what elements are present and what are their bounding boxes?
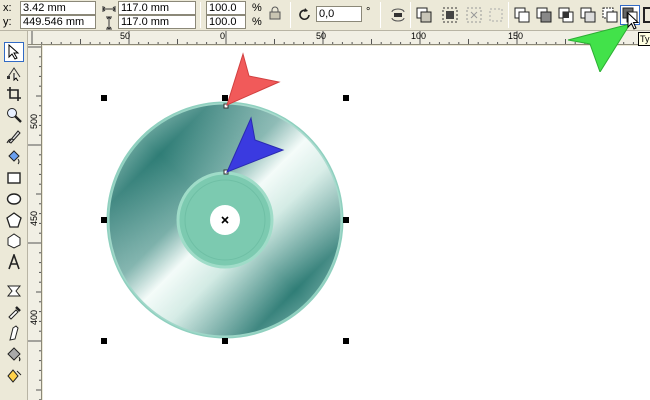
- y-label: y:: [3, 16, 12, 28]
- polygon-tool-icon[interactable]: [4, 210, 24, 230]
- red-arrow-pointer: [226, 52, 281, 106]
- rotation-icon: [296, 6, 314, 24]
- zoom-tool-icon[interactable]: [4, 105, 24, 125]
- lock-ratio-icon[interactable]: [266, 4, 284, 22]
- ungroup-button[interactable]: [440, 5, 460, 25]
- x-label: x:: [3, 2, 12, 14]
- mirror-button[interactable]: [388, 5, 408, 25]
- weld-button[interactable]: [512, 5, 532, 25]
- text-tool-icon[interactable]: [4, 252, 24, 272]
- separator: [380, 2, 381, 28]
- vertical-ruler[interactable]: 500 450 400: [28, 45, 42, 400]
- separator: [200, 2, 201, 28]
- scale-x-field[interactable]: 100.0: [206, 1, 246, 15]
- ruler-label: 150: [508, 31, 524, 41]
- horizontal-ruler[interactable]: 50 0 50 100 150 200: [28, 31, 650, 45]
- tooltip: Ty: [638, 32, 650, 46]
- height-icon: [100, 14, 118, 32]
- property-bar: x: 3.42 mm y: 449.546 mm 117.0 mm 117.0 …: [0, 0, 650, 31]
- separator: [290, 2, 291, 28]
- degree-label: °: [366, 6, 371, 18]
- ruler-label: 450: [29, 210, 39, 226]
- cd-disc[interactable]: [106, 101, 344, 339]
- trim-button[interactable]: [534, 5, 554, 25]
- ruler-label: 50: [120, 31, 131, 41]
- basic-shapes-tool-icon[interactable]: [4, 231, 24, 251]
- toolbox: [0, 31, 28, 400]
- ruler-label: 400: [29, 309, 39, 325]
- shape-tool-icon[interactable]: [4, 63, 24, 83]
- percent-label-y: %: [252, 16, 262, 28]
- fill-tool-icon[interactable]: [4, 344, 24, 364]
- rectangle-tool-icon[interactable]: [4, 168, 24, 188]
- x-position-field[interactable]: 3.42 mm: [20, 1, 96, 15]
- mouse-cursor-icon: [627, 12, 640, 30]
- drawing-area: [101, 52, 349, 344]
- coreldraw-window: x: 3.42 mm y: 449.546 mm 117.0 mm 117.0 …: [0, 0, 650, 400]
- ungroup-all-button[interactable]: [464, 5, 484, 25]
- ellipse-tool-icon[interactable]: [4, 189, 24, 209]
- drawing-canvas[interactable]: [43, 46, 650, 400]
- freehand-tool-icon[interactable]: [4, 126, 24, 146]
- separator: [508, 2, 509, 28]
- ruler-label: 0: [220, 31, 226, 41]
- smart-fill-tool-icon[interactable]: [4, 147, 24, 167]
- ruler-label: 100: [411, 31, 427, 41]
- group-button[interactable]: [414, 5, 434, 25]
- scale-y-field[interactable]: 100.0: [206, 15, 246, 29]
- pick-tool-icon[interactable]: [4, 42, 24, 62]
- crop-tool-icon[interactable]: [4, 84, 24, 104]
- separator: [410, 2, 411, 28]
- interactive-blend-tool-icon[interactable]: [4, 281, 24, 301]
- interactive-fill-tool-icon[interactable]: [4, 365, 24, 385]
- percent-label-x: %: [252, 2, 262, 14]
- ruler-label: 50: [316, 31, 327, 41]
- eyedropper-tool-icon[interactable]: [4, 302, 24, 322]
- rotation-field[interactable]: 0,0: [316, 6, 362, 22]
- outline-tool-icon[interactable]: [4, 323, 24, 343]
- y-position-field[interactable]: 449.546 mm: [20, 15, 96, 29]
- ruler-label: 500: [29, 113, 39, 129]
- height-field[interactable]: 117.0 mm: [118, 15, 196, 29]
- width-field[interactable]: 117.0 mm: [118, 1, 196, 15]
- combine-button[interactable]: [486, 5, 506, 25]
